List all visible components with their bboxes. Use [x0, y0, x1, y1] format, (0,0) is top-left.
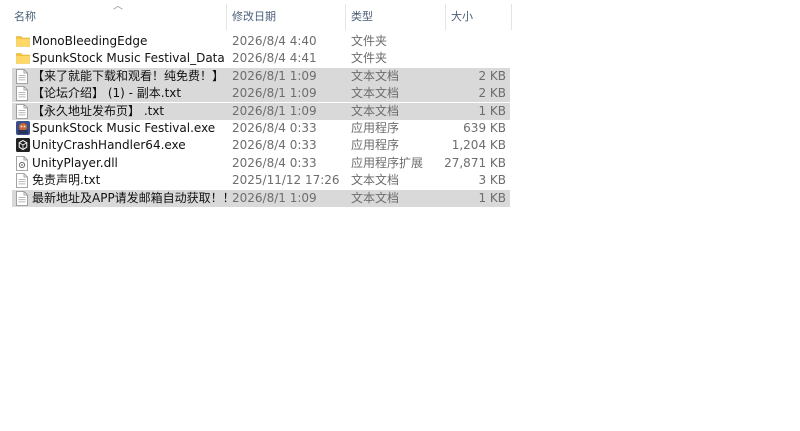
file-modified-date: 2025/11/12 17:26	[232, 173, 340, 188]
file-type: 文件夹	[351, 34, 388, 48]
column-header-name-label: 名称	[14, 10, 36, 23]
file-type: 文本文档	[351, 190, 400, 205]
text-file-icon	[16, 86, 30, 102]
file-modified-date: 2026/8/1 1:09	[232, 68, 317, 83]
file-type: 文本文档	[351, 86, 400, 101]
folder-icon	[16, 51, 30, 66]
file-row[interactable]: UnityCrashHandler64.exe 2026/8/4 0:33 应用程序…	[12, 137, 510, 154]
file-modified-date: 2026/8/1 1:09	[232, 103, 317, 118]
file-row[interactable]: 最新地址及APP请发邮箱自动获取！！！... 2026/8/1 1:09 文本文档 1…	[12, 189, 510, 207]
file-name: UnityPlayer.dll	[32, 155, 118, 170]
file-name: 【论坛介绍】 (1) - 副本.txt	[32, 86, 182, 101]
file-type: 应用程序	[351, 138, 400, 153]
file-size: 2 KB	[478, 86, 506, 101]
file-size: 1 KB	[478, 190, 506, 205]
file-row[interactable]: 【永久地址发布页】 .txt 2026/8/1 1:09 文本文档 1 KB	[12, 102, 510, 120]
file-size: 1,204 KB	[451, 138, 506, 153]
unity-exe-icon	[16, 138, 30, 153]
file-type: 文件夹	[351, 51, 388, 66]
file-size: 27,871 KB	[444, 155, 506, 170]
text-file-icon	[16, 68, 30, 84]
file-type: 文本文档	[351, 68, 400, 83]
file-row[interactable]: 【论坛介绍】 (1) - 副本.txt 2026/8/1 1:09 文本文档 2 KB	[12, 85, 510, 103]
column-header-date[interactable]: 修改日期	[232, 0, 344, 32]
text-file-icon	[16, 190, 30, 206]
column-header-type-label: 类型	[351, 10, 373, 23]
file-name: MonoBleedingEdge	[32, 34, 148, 48]
folder-icon	[16, 34, 30, 49]
text-file-icon	[16, 103, 30, 119]
file-modified-date: 2026/8/4 0:33	[232, 138, 317, 153]
column-header-size[interactable]: 大小	[451, 0, 511, 32]
column-divider[interactable]	[345, 4, 346, 30]
file-type: 文本文档	[351, 103, 400, 118]
file-modified-date: 2026/8/4 0:33	[232, 121, 317, 135]
file-row[interactable]: UnityPlayer.dll 2026/8/4 0:33 应用程序扩展 27,871…	[12, 155, 510, 172]
file-type: 文本文档	[351, 173, 400, 188]
file-modified-date: 2026/8/4 4:41	[232, 51, 317, 66]
file-modified-date: 2026/8/1 1:09	[232, 190, 317, 205]
file-name: 免责声明.txt	[32, 173, 101, 188]
file-modified-date: 2026/8/4 4:40	[232, 34, 317, 48]
file-row[interactable]: MonoBleedingEdge 2026/8/4 4:40 文件夹	[12, 33, 510, 50]
column-header-name[interactable]: 名称	[14, 0, 226, 32]
column-divider[interactable]	[511, 4, 512, 30]
file-name: 最新地址及APP请发邮箱自动获取！！！...	[32, 190, 228, 205]
column-divider[interactable]	[445, 4, 446, 30]
file-size: 3 KB	[478, 173, 506, 188]
file-type: 应用程序扩展	[351, 155, 424, 170]
file-name: UnityCrashHandler64.exe	[32, 138, 186, 153]
column-divider[interactable]	[226, 4, 227, 30]
file-size	[442, 50, 506, 67]
file-row[interactable]: 【来了就能下载和观看！纯免费！】 - 副... 2026/8/1 1:09 文本文档…	[12, 67, 510, 85]
file-name: 【来了就能下载和观看！纯免费！】 - 副...	[32, 68, 228, 83]
file-size: 639 KB	[463, 121, 506, 135]
file-type: 应用程序	[351, 121, 400, 135]
dll-file-icon	[16, 155, 30, 171]
column-header-date-label: 修改日期	[232, 10, 276, 23]
file-modified-date: 2026/8/1 1:09	[232, 86, 317, 101]
file-size: 2 KB	[478, 68, 506, 83]
column-header-bar: ︿ 名称 修改日期 类型 大小	[0, 0, 515, 32]
file-row[interactable]: 免责声明.txt 2025/11/12 17:26 文本文档 3 KB	[12, 172, 510, 189]
game-exe-icon	[16, 121, 30, 136]
file-name: SpunkStock Music Festival.exe	[32, 121, 216, 135]
file-row[interactable]: SpunkStock Music Festival.exe 2026/8/4 0:…	[12, 120, 510, 137]
file-size	[442, 33, 506, 50]
file-modified-date: 2026/8/4 0:33	[232, 155, 317, 170]
file-size: 1 KB	[478, 103, 506, 118]
text-file-icon	[16, 173, 30, 189]
file-row[interactable]: SpunkStock Music Festival_Data 2026/8/4 4…	[12, 50, 510, 67]
file-name: SpunkStock Music Festival_Data	[32, 51, 225, 66]
column-header-type[interactable]: 类型	[351, 0, 443, 32]
column-header-size-label: 大小	[451, 10, 473, 23]
file-name: 【永久地址发布页】 .txt	[32, 103, 165, 118]
